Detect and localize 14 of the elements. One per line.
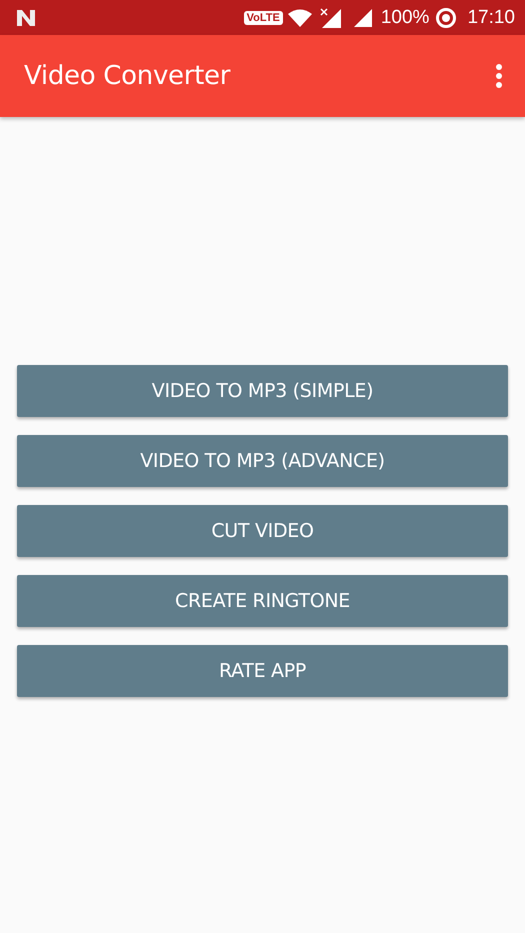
action-button[interactable]: CREATE RINGTONE [17, 575, 508, 627]
action-button[interactable]: VIDEO TO MP3 (ADVANCE) [17, 435, 508, 487]
app-title: Video Converter [24, 61, 232, 91]
wifi-icon [286, 8, 313, 28]
action-button[interactable]: VIDEO TO MP3 (SIMPLE) [17, 365, 508, 417]
action-button[interactable]: RATE APP [17, 645, 508, 697]
volte-badge: VoLTE [244, 10, 283, 24]
overflow-menu-icon[interactable] [495, 63, 503, 89]
notification-icon [16, 8, 36, 26]
signal-icon [318, 6, 343, 28]
battery-level: 100% [380, 6, 430, 28]
action-button[interactable]: CUT VIDEO [17, 505, 508, 557]
circle-icon [435, 6, 458, 28]
clock: 17:10 [467, 6, 515, 28]
